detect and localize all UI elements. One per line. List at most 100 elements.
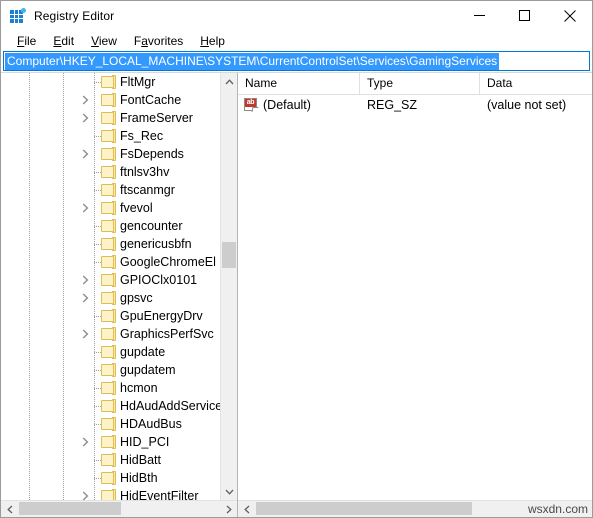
folder-icon	[101, 255, 116, 269]
chevron-right-icon[interactable]	[77, 271, 93, 289]
address-bar[interactable]: Computer\HKEY_LOCAL_MACHINE\SYSTEM\Curre…	[3, 51, 590, 71]
chevron-right-icon[interactable]	[77, 487, 93, 500]
list-scroll-right-button[interactable]	[575, 501, 592, 517]
address-input[interactable]: Computer\HKEY_LOCAL_MACHINE\SYSTEM\Curre…	[5, 52, 500, 70]
folder-icon	[101, 201, 116, 215]
list-scroll-left-button[interactable]	[238, 501, 255, 517]
tree-connector	[94, 316, 101, 317]
folder-icon	[101, 291, 116, 305]
values-list[interactable]: ab (Default) REG_SZ (value not set)	[238, 95, 592, 500]
table-row[interactable]: ab (Default) REG_SZ (value not set)	[238, 95, 592, 114]
tree-scroll-left-button[interactable]	[1, 501, 18, 517]
chevron-right-icon[interactable]	[77, 199, 93, 217]
chevron-right-icon[interactable]	[77, 289, 93, 307]
tree-view[interactable]: FltMgr FontCache FrameServer Fs_Rec FsDepend…	[1, 73, 220, 500]
tree-node-label: HidBatt	[120, 453, 161, 467]
tree-node-label: HID_PCI	[120, 435, 170, 449]
tree-hscroll-track[interactable]	[18, 501, 220, 517]
tree-node-label: fvevol	[120, 201, 153, 215]
tree-node[interactable]: HidEventFilter	[1, 487, 220, 500]
registry-editor-window: Registry Editor File Edit View Favorites…	[0, 0, 593, 518]
menu-favorites[interactable]: Favorites	[126, 32, 192, 50]
tree-node[interactable]: HdAudAddService	[1, 397, 220, 415]
tree-node[interactable]: GoogleChromeEl	[1, 253, 220, 271]
tree-node[interactable]: HidBatt	[1, 451, 220, 469]
menu-view[interactable]: View	[83, 32, 126, 50]
tree-node-label: gupdate	[120, 345, 166, 359]
tree-scroll-thumb[interactable]	[222, 242, 236, 268]
tree-horizontal-scrollbar[interactable]	[1, 500, 237, 517]
tree-node[interactable]: FrameServer	[1, 109, 220, 127]
tree-node[interactable]: HDAudBus	[1, 415, 220, 433]
tree-node[interactable]: GpuEnergyDrv	[1, 307, 220, 325]
tree-scroll-up-button[interactable]	[221, 73, 237, 90]
tree-connector	[94, 145, 95, 163]
column-header-name[interactable]: Name	[238, 73, 360, 94]
tree-node[interactable]: genericusbfn	[1, 235, 220, 253]
tree-node[interactable]: GPIOClx0101	[1, 271, 220, 289]
tree-vertical-scrollbar[interactable]	[220, 73, 237, 500]
column-header-data[interactable]: Data	[480, 73, 592, 94]
chevron-right-icon[interactable]	[77, 91, 93, 109]
list-hscroll-track[interactable]	[255, 501, 575, 517]
tree-node[interactable]: hcmon	[1, 379, 220, 397]
tree-node-label: FrameServer	[120, 111, 193, 125]
tree-scroll-down-button[interactable]	[221, 483, 237, 500]
tree-node[interactable]: ftscanmgr	[1, 181, 220, 199]
folder-icon	[101, 489, 116, 500]
minimize-button[interactable]	[457, 1, 502, 30]
chevron-right-icon[interactable]	[77, 325, 93, 343]
tree-connector	[94, 388, 101, 389]
value-type-cell: REG_SZ	[367, 97, 418, 112]
chevron-right-icon[interactable]	[77, 109, 93, 127]
tree-node[interactable]: gpsvc	[1, 289, 220, 307]
folder-icon	[101, 309, 116, 323]
column-header-type[interactable]: Type	[360, 73, 480, 94]
tree-node[interactable]: FltMgr	[1, 73, 220, 91]
tree-connector	[94, 136, 101, 137]
menu-file[interactable]: File	[9, 32, 45, 50]
tree-node-label: gencounter	[120, 219, 183, 233]
tree-node-label: genericusbfn	[120, 237, 192, 251]
list-hscroll-thumb[interactable]	[256, 502, 472, 515]
tree-node[interactable]: fvevol	[1, 199, 220, 217]
tree-connector	[94, 244, 101, 245]
folder-icon	[101, 147, 116, 161]
tree-node-label: FontCache	[120, 93, 182, 107]
tree-connector	[94, 199, 95, 217]
tree-node-label: HidBth	[120, 471, 158, 485]
tree-node[interactable]: GraphicsPerfSvc	[1, 325, 220, 343]
chevron-right-icon[interactable]	[77, 145, 93, 163]
folder-icon	[101, 327, 116, 341]
menu-bar: File Edit View Favorites Help	[1, 30, 592, 51]
tree-node[interactable]: gupdatem	[1, 361, 220, 379]
value-name-cell: ab (Default)	[238, 97, 360, 112]
tree-node[interactable]: HidBth	[1, 469, 220, 487]
tree-node[interactable]: gencounter	[1, 217, 220, 235]
tree-connector	[94, 478, 101, 479]
tree-node[interactable]: HID_PCI	[1, 433, 220, 451]
tree-node[interactable]: FontCache	[1, 91, 220, 109]
maximize-button[interactable]	[502, 1, 547, 30]
tree-node-label: GpuEnergyDrv	[120, 309, 203, 323]
tree-node-label: Fs_Rec	[120, 129, 164, 143]
folder-icon	[101, 345, 116, 359]
chevron-right-icon[interactable]	[77, 433, 93, 451]
folder-icon	[101, 435, 116, 449]
tree-scroll-track[interactable]	[221, 90, 237, 483]
tree-node[interactable]: gupdate	[1, 343, 220, 361]
menu-edit[interactable]: Edit	[45, 32, 83, 50]
tree-node[interactable]: ftnlsv3hv	[1, 163, 220, 181]
tree-connector	[94, 487, 95, 500]
tree-connector	[94, 289, 95, 307]
tree-node[interactable]: FsDepends	[1, 145, 220, 163]
tree-scroll-right-button[interactable]	[220, 501, 237, 517]
list-horizontal-scrollbar[interactable]	[238, 500, 592, 517]
tree-node-label: FltMgr	[120, 75, 156, 89]
tree-hscroll-thumb[interactable]	[19, 502, 121, 515]
registry-editor-icon	[10, 7, 26, 24]
menu-help[interactable]: Help	[192, 32, 234, 50]
tree-connector	[94, 352, 101, 353]
tree-node[interactable]: Fs_Rec	[1, 127, 220, 145]
close-button[interactable]	[547, 1, 592, 30]
